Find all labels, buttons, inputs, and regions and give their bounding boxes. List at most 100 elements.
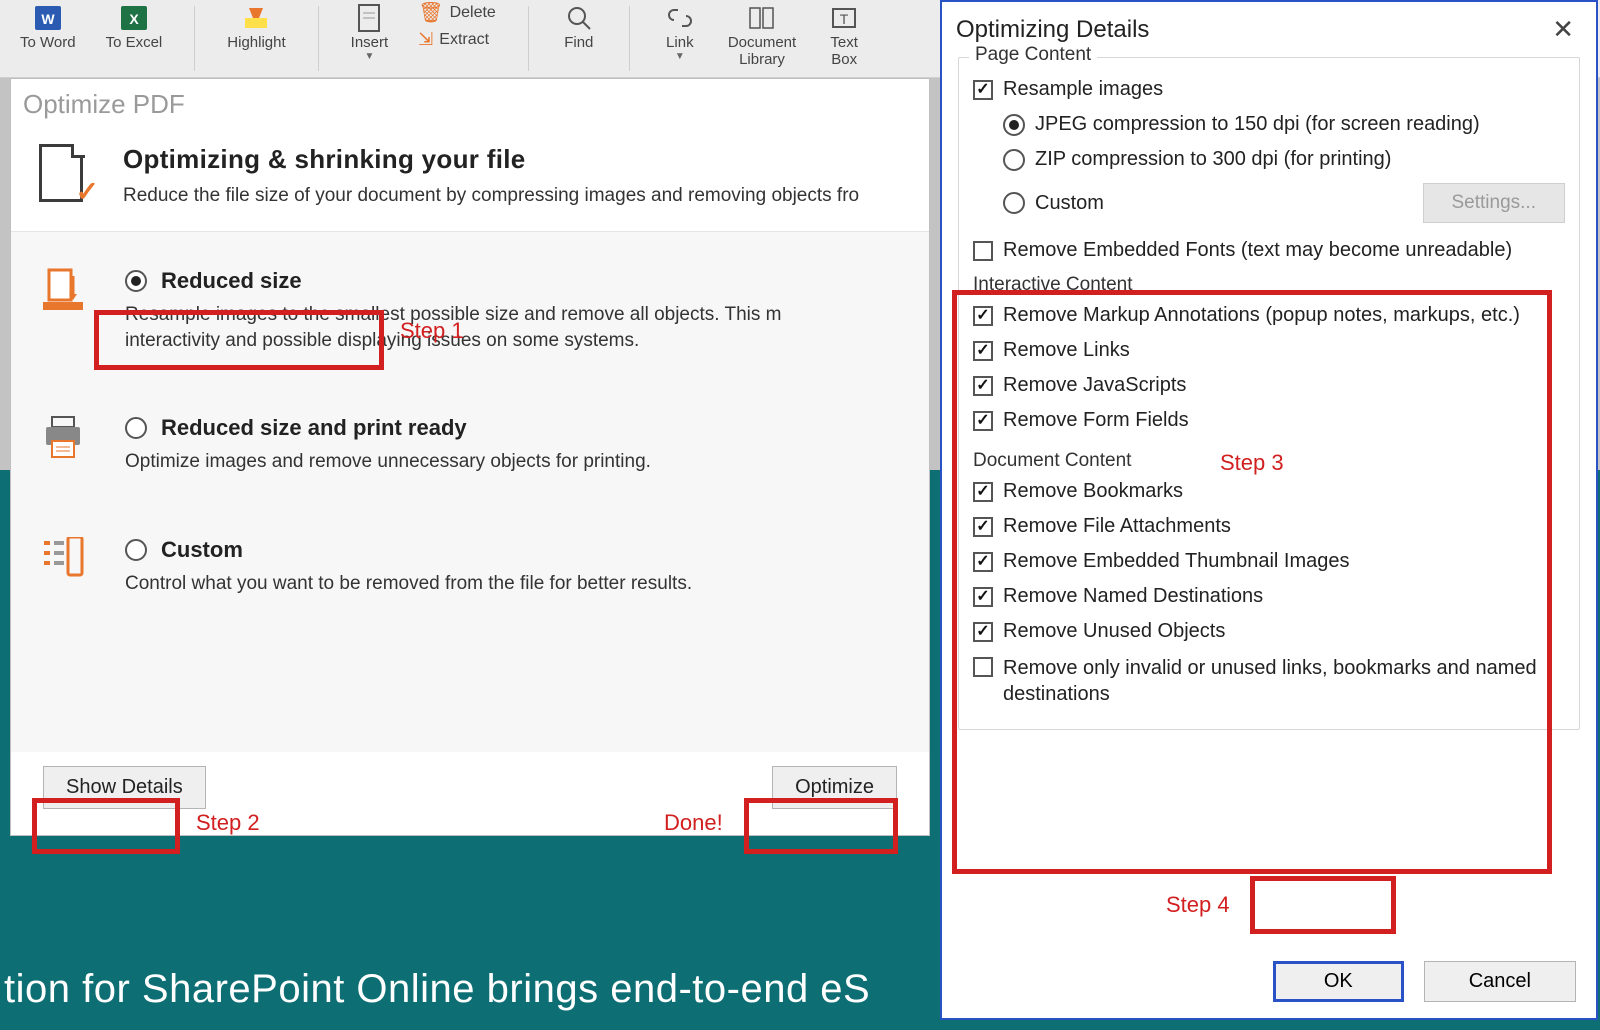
- annotation-label-step2: Step 2: [196, 810, 260, 836]
- dialog-subheading: Reduce the file size of your document by…: [123, 185, 859, 207]
- radio-icon: [1003, 192, 1025, 214]
- ribbon-label: Extract: [439, 31, 489, 49]
- dialog-heading: Optimizing & shrinking your file: [123, 144, 859, 175]
- checkbox-remove-thumbnails[interactable]: Remove Embedded Thumbnail Images: [973, 550, 1565, 573]
- radio-icon: [1003, 149, 1025, 171]
- checkbox-label: Remove Links: [1003, 339, 1130, 362]
- checkbox-remove-bookmarks[interactable]: Remove Bookmarks: [973, 480, 1565, 503]
- checkbox-label: Remove only invalid or unused links, boo…: [1003, 655, 1565, 707]
- ribbon-label: Insert: [351, 34, 389, 51]
- checkbox-remove-invalid[interactable]: Remove only invalid or unused links, boo…: [973, 655, 1565, 707]
- checkbox-icon: [973, 552, 993, 572]
- ribbon-extract[interactable]: ⇲ Extract: [418, 29, 496, 50]
- checkbox-label: Remove Bookmarks: [1003, 480, 1183, 503]
- dialog-title: Optimizing Details: [956, 16, 1149, 44]
- option-title: Custom: [161, 537, 243, 563]
- background-text: tion for SharePoint Online brings end-to…: [4, 967, 870, 1012]
- option-desc: Resample images to the smallest possible…: [125, 302, 805, 353]
- insert-page-icon: [351, 2, 387, 34]
- checkbox-icon: [973, 482, 993, 502]
- checkbox-remove-attachments[interactable]: Remove File Attachments: [973, 515, 1565, 538]
- checkbox-icon: [973, 241, 993, 261]
- printer-icon: [42, 415, 84, 461]
- checkbox-remove-markup[interactable]: Remove Markup Annotations (popup notes, …: [973, 304, 1565, 327]
- ribbon-label: Box: [831, 51, 857, 68]
- checkbox-remove-fonts[interactable]: Remove Embedded Fonts (text may become u…: [973, 239, 1565, 262]
- show-details-button[interactable]: Show Details: [43, 766, 206, 809]
- svg-text:T: T: [840, 11, 849, 27]
- file-check-icon: ✓: [39, 144, 93, 206]
- radio-custom[interactable]: [125, 539, 147, 561]
- ribbon-find[interactable]: Find: [561, 0, 597, 77]
- checkbox-label: Remove File Attachments: [1003, 515, 1231, 538]
- radio-zip-compression[interactable]: ZIP compression to 300 dpi (for printing…: [1003, 148, 1565, 171]
- option-print-ready[interactable]: Reduced size and print ready Optimize im…: [35, 415, 905, 475]
- group-heading: Page Content: [969, 44, 1097, 66]
- cancel-button[interactable]: Cancel: [1424, 961, 1576, 1002]
- option-desc: Optimize images and remove unnecessary o…: [125, 449, 651, 475]
- checkbox-label: Remove Embedded Fonts (text may become u…: [1003, 239, 1512, 262]
- annotation-label-done: Done!: [664, 810, 723, 836]
- dialog-title: Optimize PDF: [11, 79, 929, 126]
- ribbon-label: Text: [830, 34, 858, 51]
- checkbox-remove-js[interactable]: Remove JavaScripts: [973, 374, 1565, 397]
- radio-jpeg-compression[interactable]: JPEG compression to 150 dpi (for screen …: [1003, 113, 1565, 136]
- annotation-label-step3: Step 3: [1220, 450, 1284, 476]
- ribbon-label: Find: [564, 34, 593, 51]
- settings-button[interactable]: Settings...: [1423, 183, 1566, 223]
- group-page-content: Page Content Resample images JPEG compre…: [958, 57, 1580, 730]
- ribbon-label: To Word: [20, 34, 76, 51]
- option-title: Reduced size and print ready: [161, 415, 467, 441]
- ribbon-label: Highlight: [227, 34, 285, 51]
- checkbox-remove-forms[interactable]: Remove Form Fields: [973, 409, 1565, 432]
- checkbox-icon: [973, 306, 993, 326]
- option-reduced-size[interactable]: Reduced size Resample images to the smal…: [35, 268, 905, 353]
- radio-label: ZIP compression to 300 dpi (for printing…: [1035, 148, 1391, 171]
- textbox-icon: T: [826, 2, 862, 34]
- ribbon-delete[interactable]: 🗑 Delete: [418, 0, 496, 25]
- ribbon-highlight[interactable]: Highlight: [227, 0, 285, 77]
- checkbox-resample-images[interactable]: Resample images: [973, 78, 1565, 101]
- radio-custom-compression[interactable]: Custom Settings...: [1003, 183, 1565, 223]
- ribbon-text-box[interactable]: T Text Box: [826, 0, 862, 77]
- checkbox-icon: [973, 80, 993, 100]
- checkbox-icon: [973, 517, 993, 537]
- checkbox-icon: [973, 411, 993, 431]
- annotation-label-step4: Step 4: [1166, 892, 1230, 918]
- option-custom[interactable]: Custom Control what you want to be remov…: [35, 537, 905, 597]
- custom-list-icon: [42, 537, 84, 577]
- optimizing-details-dialog: Optimizing Details ✕ Page Content Resamp…: [940, 0, 1598, 1020]
- radio-print-ready[interactable]: [125, 417, 147, 439]
- extract-icon: ⇲: [418, 29, 433, 50]
- checkbox-icon: [973, 376, 993, 396]
- checkbox-remove-named-dest[interactable]: Remove Named Destinations: [973, 585, 1565, 608]
- ribbon-to-excel[interactable]: X To Excel: [106, 0, 163, 77]
- ribbon-label: Delete: [450, 4, 496, 22]
- checkbox-label: Remove Embedded Thumbnail Images: [1003, 550, 1349, 573]
- ribbon-doc-library[interactable]: Document Library: [728, 0, 796, 77]
- ribbon-label: Document: [728, 34, 796, 51]
- ribbon-label: Library: [739, 51, 785, 68]
- ribbon-link[interactable]: Link ▼: [662, 0, 698, 77]
- trash-icon: 🗑: [418, 0, 443, 25]
- ribbon-to-word[interactable]: W To Word: [20, 0, 76, 77]
- checkbox-label: Remove Markup Annotations (popup notes, …: [1003, 304, 1520, 327]
- close-button[interactable]: ✕: [1544, 12, 1582, 47]
- svg-text:W: W: [41, 11, 55, 27]
- checkbox-icon: [973, 341, 993, 361]
- checkbox-remove-links[interactable]: Remove Links: [973, 339, 1565, 362]
- radio-label: JPEG compression to 150 dpi (for screen …: [1035, 113, 1480, 136]
- optimize-button[interactable]: Optimize: [772, 766, 897, 809]
- checkbox-remove-unused[interactable]: Remove Unused Objects: [973, 620, 1565, 643]
- annotation-label-step1: Step 1: [400, 318, 464, 344]
- optimize-pdf-dialog: Optimize PDF ✓ Optimizing & shrinking yo…: [10, 78, 930, 836]
- ribbon-label: Link: [666, 34, 694, 51]
- library-icon: [744, 2, 780, 34]
- ribbon-insert[interactable]: Insert ▼: [351, 0, 389, 77]
- ribbon-label: To Excel: [106, 34, 163, 51]
- highlight-icon: [238, 2, 274, 34]
- ok-button[interactable]: OK: [1273, 961, 1404, 1002]
- checkbox-label: Resample images: [1003, 78, 1163, 101]
- checkbox-label: Remove Form Fields: [1003, 409, 1189, 432]
- radio-reduced-size[interactable]: [125, 270, 147, 292]
